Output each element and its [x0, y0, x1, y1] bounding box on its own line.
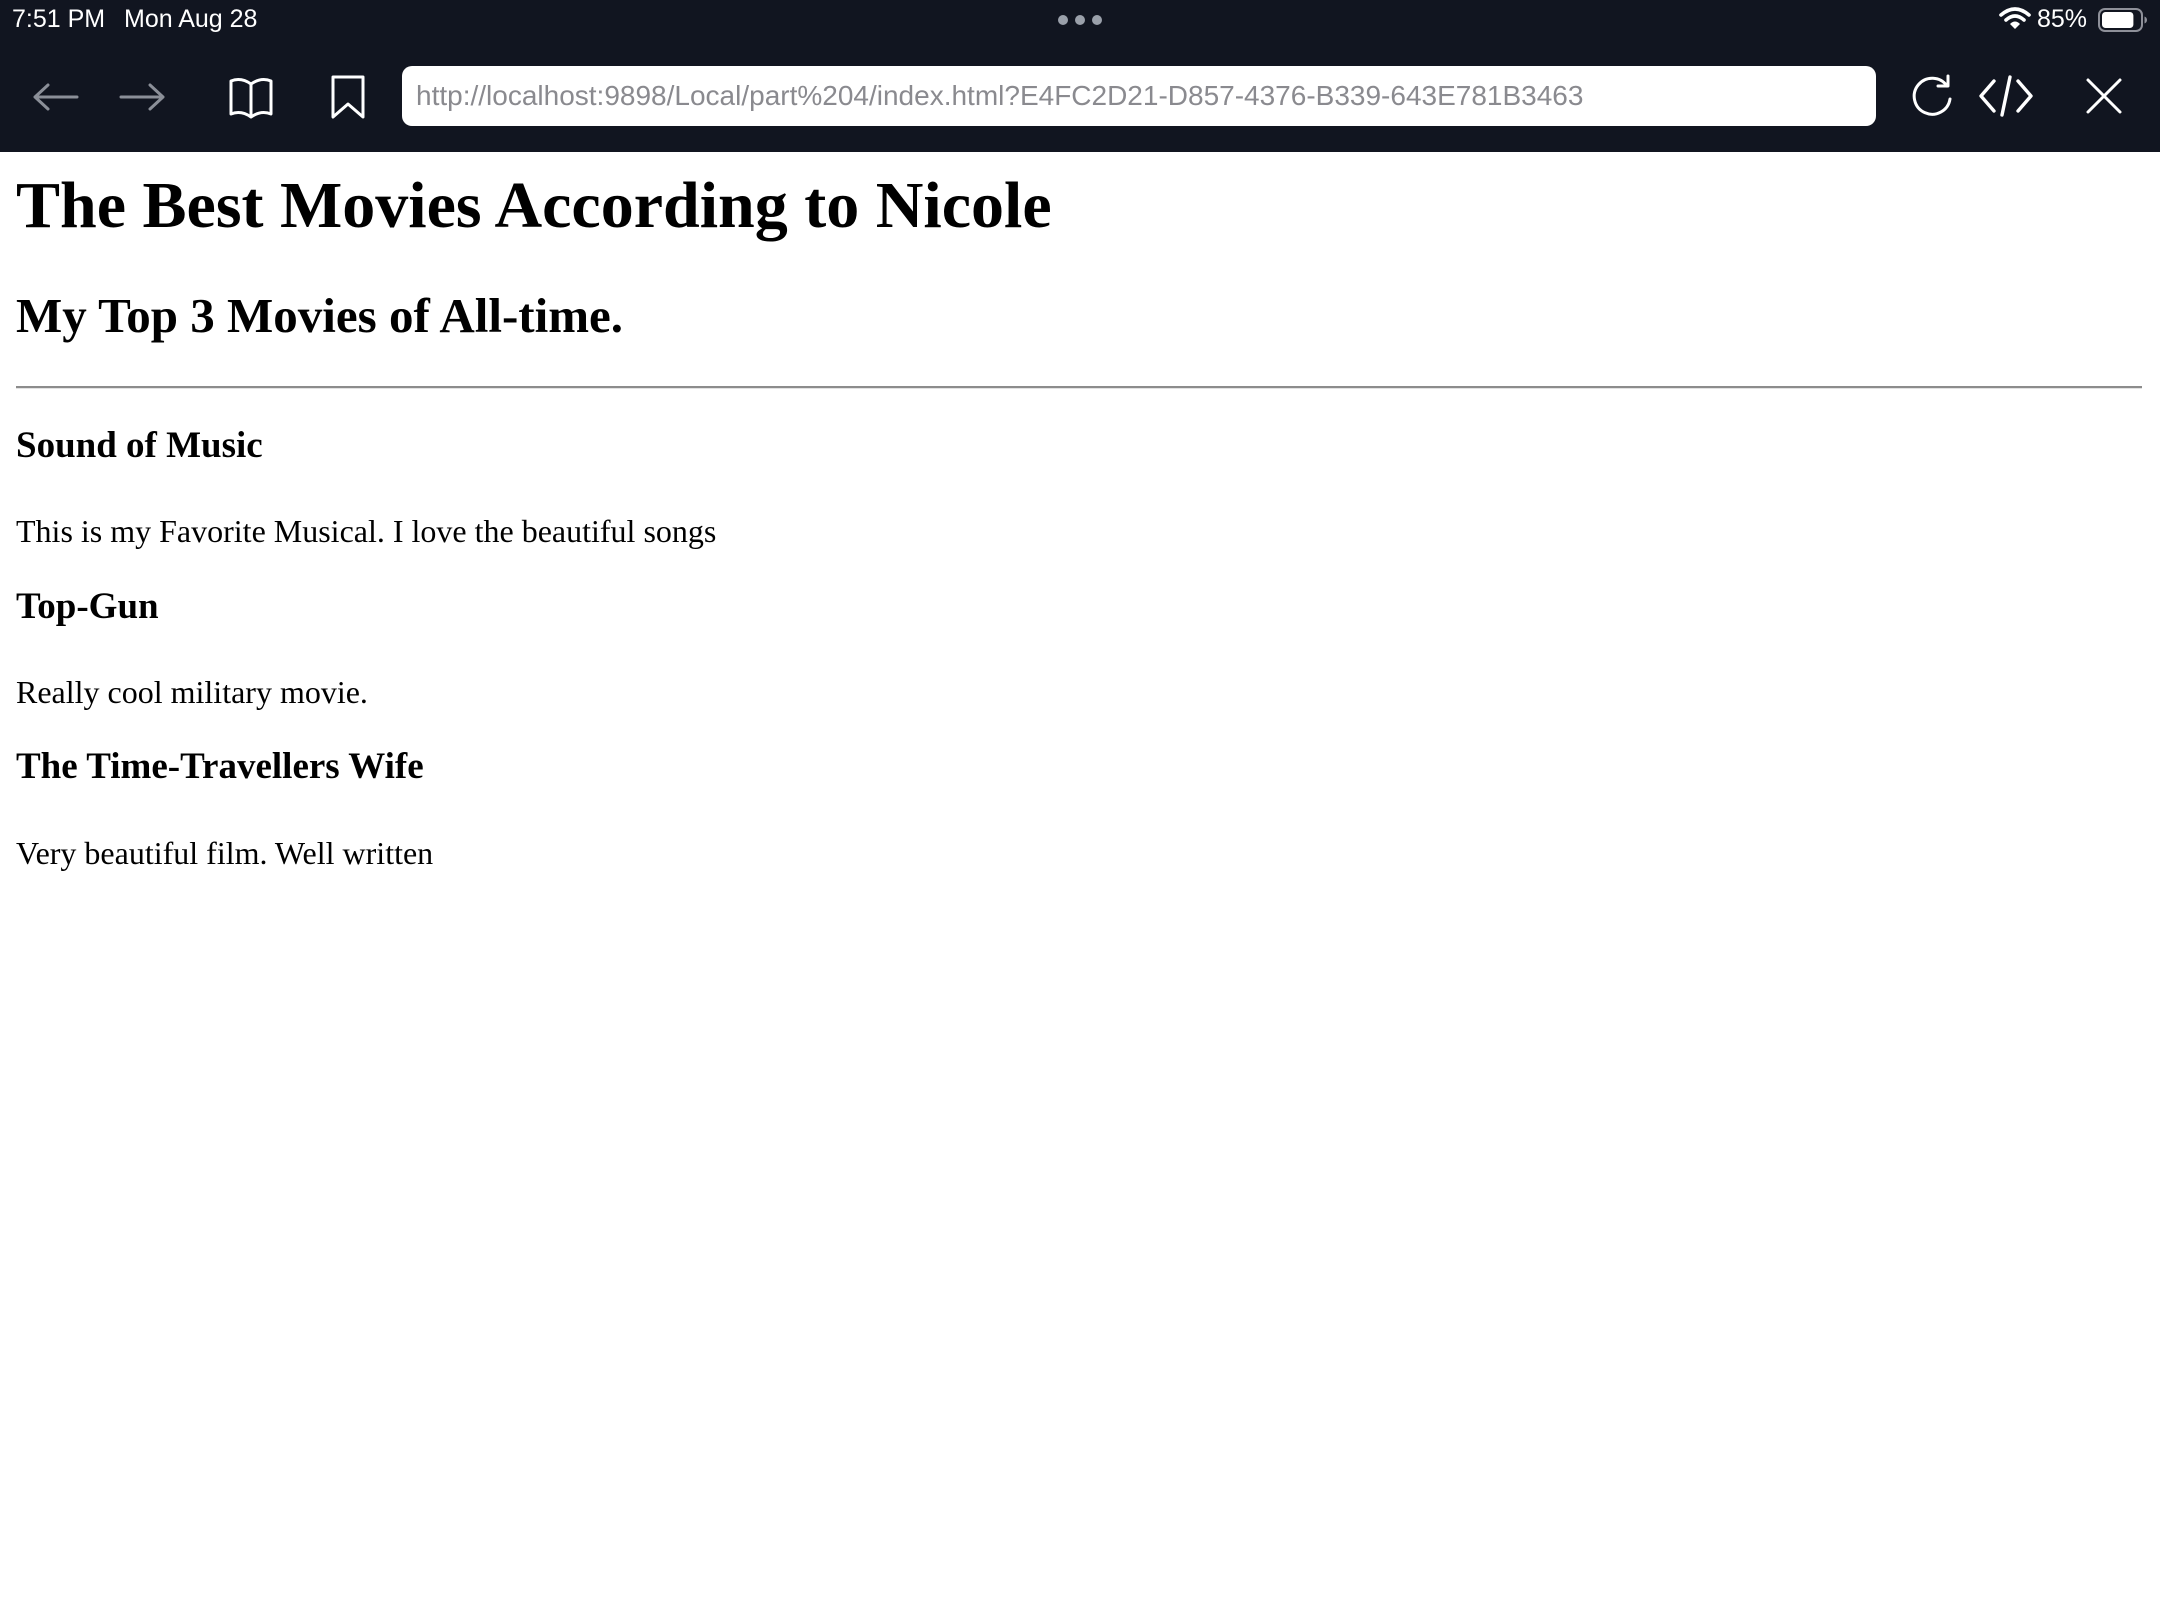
movie-description: This is my Favorite Musical. I love the …: [16, 513, 717, 549]
web-page: The Best Movies According to Nicole My T…: [0, 152, 2160, 1620]
status-date: Mon Aug 28: [124, 5, 258, 33]
page-title: The Best Movies According to Nicole: [16, 169, 1052, 242]
divider: [16, 386, 2142, 389]
movie-description: Very beautiful film. Well written: [16, 835, 434, 871]
movie-title: Sound of Music: [16, 425, 263, 466]
browser-toolbar: http://localhost:9898/Local/part%204/ind…: [0, 40, 2160, 152]
page-subtitle: My Top 3 Movies of All-time.: [16, 288, 624, 343]
reload-icon[interactable]: [1904, 68, 1960, 124]
back-arrow-icon[interactable]: [28, 70, 82, 124]
battery-percentage: 85%: [2037, 5, 2088, 33]
code-icon[interactable]: [1976, 68, 2036, 124]
status-bar: 7:51 PM Mon Aug 28 85%: [0, 0, 2160, 40]
wifi-icon: [1999, 7, 2031, 29]
movie-description: Really cool military movie.: [16, 674, 368, 710]
movie-title: Top-Gun: [16, 586, 159, 627]
book-icon[interactable]: [225, 70, 277, 124]
battery-icon: [2098, 8, 2147, 32]
url-field[interactable]: http://localhost:9898/Local/part%204/ind…: [402, 66, 1876, 126]
forward-arrow-icon[interactable]: [116, 70, 170, 124]
bookmark-icon[interactable]: [324, 70, 372, 124]
movie-title: The Time-Travellers Wife: [16, 746, 424, 787]
multitask-dots-icon[interactable]: [1058, 14, 1102, 26]
status-time: 7:51 PM: [12, 5, 106, 33]
close-icon[interactable]: [2078, 68, 2130, 124]
